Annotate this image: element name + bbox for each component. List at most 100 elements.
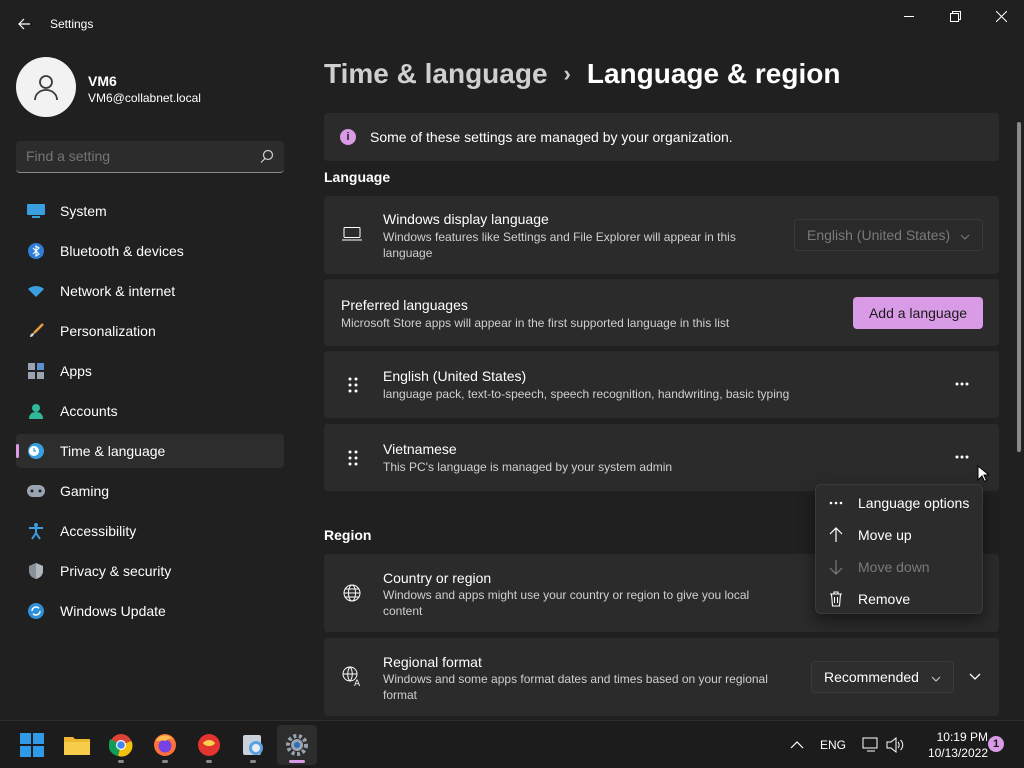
sidebar-nav: System Bluetooth & devices Network & int…	[16, 194, 284, 634]
sidebar-item-personalization[interactable]: Personalization	[16, 314, 284, 348]
country-region-title: Country or region	[383, 570, 492, 586]
language-name: Vietnamese	[383, 441, 457, 457]
shield-icon	[26, 561, 46, 581]
back-button[interactable]	[12, 12, 36, 36]
sidebar-item-windows-update[interactable]: Windows Update	[16, 594, 284, 628]
chrome-icon	[109, 734, 133, 757]
tray-volume[interactable]	[886, 721, 904, 768]
expand-button[interactable]	[959, 661, 991, 693]
section-title-region: Region	[324, 527, 372, 543]
more-options-button[interactable]	[946, 368, 978, 400]
sidebar-item-accessibility[interactable]: Accessibility	[16, 514, 284, 548]
taskbar-app[interactable]	[189, 725, 229, 765]
system-icon	[26, 201, 46, 221]
arrow-down-icon	[826, 557, 846, 577]
language-name: English (United States)	[383, 368, 527, 384]
app-title: Settings	[50, 17, 94, 31]
taskbar-chrome[interactable]	[101, 725, 141, 765]
back-arrow-icon	[18, 18, 30, 30]
sidebar-item-privacy[interactable]: Privacy & security	[16, 554, 284, 588]
bluetooth-icon	[26, 241, 46, 261]
chevron-down-icon	[960, 229, 970, 245]
chevron-up-icon	[790, 741, 804, 749]
gamepad-icon	[26, 481, 46, 501]
sidebar-item-bluetooth[interactable]: Bluetooth & devices	[16, 234, 284, 268]
taskbar-settings[interactable]	[277, 725, 317, 765]
minimize-icon	[903, 15, 914, 17]
tray-show-hidden[interactable]	[790, 721, 804, 768]
preferred-languages-subtitle: Microsoft Store apps will appear in the …	[341, 316, 730, 330]
regional-format-subtitle: Windows and some apps format dates and t…	[383, 672, 768, 702]
language-item-english[interactable]: English (United States) language pack, t…	[324, 351, 999, 418]
breadcrumb-separator: ›	[563, 61, 571, 86]
taskbar-firefox[interactable]	[145, 725, 185, 765]
arrow-up-icon	[826, 525, 846, 545]
tray-language[interactable]: ENG	[820, 721, 846, 768]
country-region-subtitle: Windows and apps might use your country …	[383, 588, 750, 618]
preferred-languages-card: Preferred languages Microsoft Store apps…	[324, 279, 999, 346]
add-language-button[interactable]: Add a language	[853, 297, 983, 329]
tray-clock[interactable]: 10:19 PM 10/13/2022	[918, 729, 988, 761]
accounts-icon	[26, 401, 46, 421]
notification-badge[interactable]: 1	[988, 736, 1004, 752]
search-box[interactable]	[16, 141, 284, 173]
sidebar-item-apps[interactable]: Apps	[16, 354, 284, 388]
sidebar-item-accounts[interactable]: Accounts	[16, 394, 284, 428]
apps-icon	[26, 361, 46, 381]
search-input[interactable]	[26, 148, 246, 164]
drag-handle-icon[interactable]	[341, 446, 365, 470]
display-language-title: Windows display language	[383, 211, 549, 227]
drag-handle-icon[interactable]	[341, 373, 365, 397]
display-language-dropdown[interactable]: English (United States)	[794, 219, 983, 251]
menu-item-move-up[interactable]: Move up	[816, 519, 982, 551]
volume-icon	[886, 737, 904, 753]
info-icon: i	[340, 129, 356, 145]
close-button[interactable]	[978, 4, 1024, 28]
regional-format-dropdown[interactable]: Recommended	[811, 661, 954, 693]
scrollbar[interactable]	[1017, 122, 1021, 452]
sidebar-item-system[interactable]: System	[16, 194, 284, 228]
more-icon	[826, 493, 846, 513]
monitor-icon	[340, 222, 364, 246]
update-icon	[26, 601, 46, 621]
chevron-down-icon	[931, 671, 941, 687]
language-detail: This PC's language is managed by your sy…	[383, 460, 673, 474]
close-icon	[995, 10, 1007, 22]
clock-time: 10:19 PM	[936, 730, 988, 744]
breadcrumb: Time & language › Language & region	[324, 58, 840, 90]
managed-notice: i Some of these settings are managed by …	[324, 113, 999, 161]
taskbar-app-2[interactable]	[233, 725, 273, 765]
breadcrumb-parent[interactable]: Time & language	[324, 58, 548, 90]
sidebar-item-network[interactable]: Network & internet	[16, 274, 284, 308]
language-context-menu: Language options Move up Move down Remov…	[815, 484, 983, 614]
more-icon	[955, 382, 969, 386]
regional-format-title: Regional format	[383, 654, 482, 670]
clock-date: 10/13/2022	[927, 746, 988, 760]
search-icon[interactable]	[260, 149, 274, 168]
app-icon	[198, 734, 220, 756]
display-language-subtitle: Windows features like Settings and File …	[383, 230, 736, 260]
language-item-vietnamese[interactable]: Vietnamese This PC's language is managed…	[324, 424, 999, 491]
start-button[interactable]	[12, 725, 52, 765]
minimize-button[interactable]	[886, 4, 932, 28]
globe-icon	[340, 581, 364, 605]
more-options-button[interactable]	[946, 441, 978, 473]
maximize-button[interactable]	[932, 4, 978, 28]
user-profile[interactable]: VM6 VM6@collabnet.local	[16, 57, 286, 117]
taskbar-file-explorer[interactable]	[57, 725, 97, 765]
user-icon	[34, 75, 58, 101]
sidebar-item-time-language[interactable]: Time & language	[16, 434, 284, 468]
sidebar-item-gaming[interactable]: Gaming	[16, 474, 284, 508]
menu-item-remove[interactable]: Remove	[816, 583, 982, 615]
profile-name: VM6	[88, 73, 117, 89]
app-icon-2	[243, 735, 263, 755]
network-icon	[862, 737, 878, 752]
chevron-down-icon	[969, 673, 981, 680]
tray-network[interactable]	[862, 721, 880, 768]
menu-item-language-options[interactable]: Language options	[816, 487, 982, 519]
trash-icon	[826, 589, 846, 609]
regional-format-card[interactable]: A Regional format Windows and some apps …	[324, 638, 999, 716]
settings-icon	[286, 734, 308, 756]
regional-format-icon: A	[340, 664, 364, 688]
svg-text:A: A	[354, 679, 361, 687]
